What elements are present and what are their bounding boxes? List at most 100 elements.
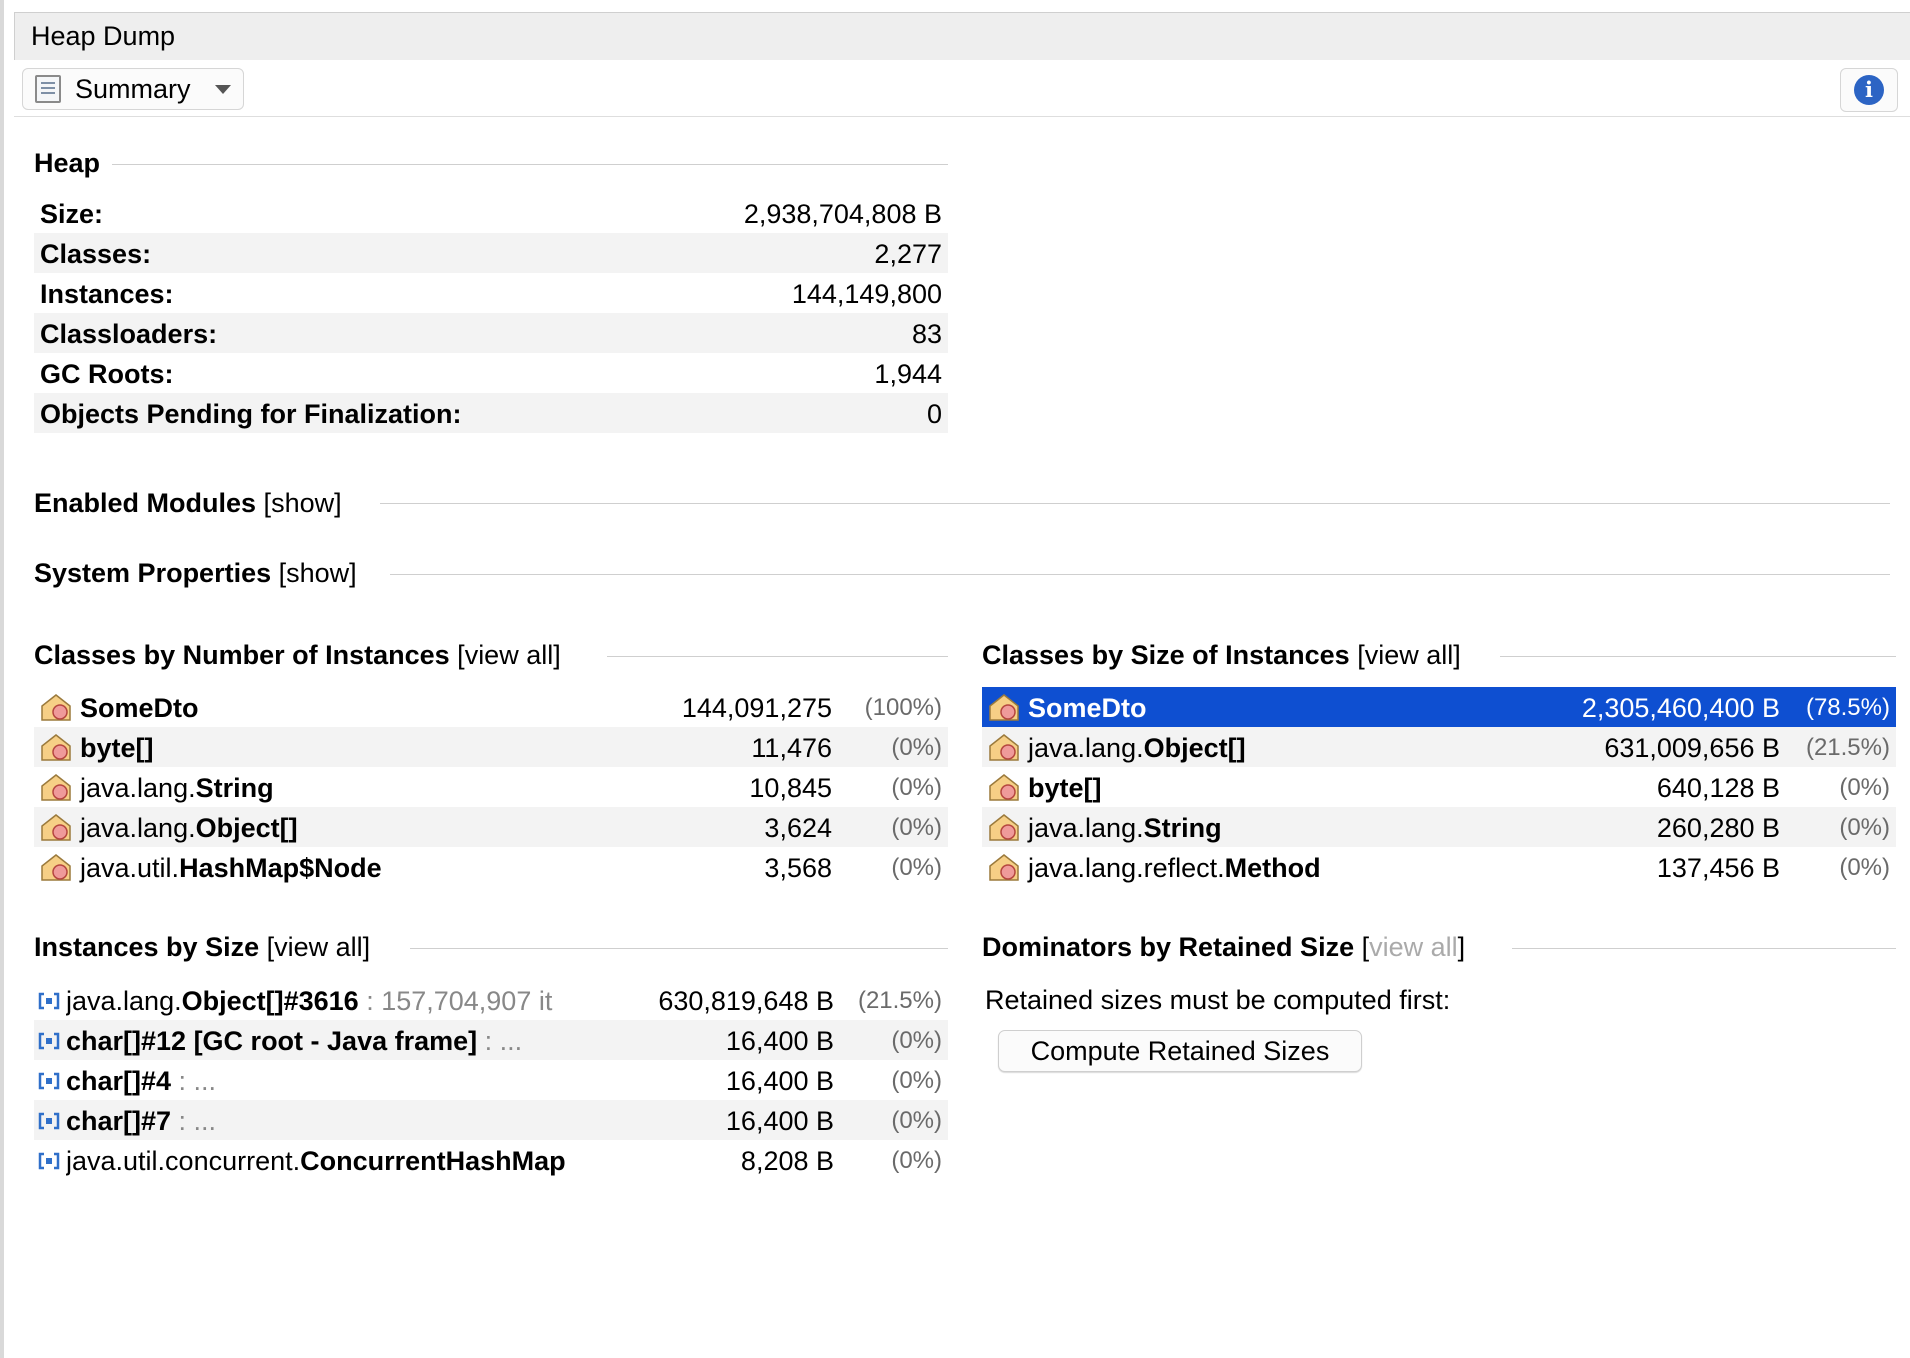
class-row[interactable]: byte[] 11,476 (0%) (34, 727, 948, 767)
heap-row-pending-finalization: Objects Pending for Finalization: 0 (34, 393, 948, 433)
enabled-modules-show-link[interactable]: show (271, 488, 334, 518)
heap-label: GC Roots: (40, 359, 174, 389)
class-name: byte[] (80, 733, 154, 763)
instance-row[interactable]: java.util.concurrent.ConcurrentHashMap 8… (34, 1140, 948, 1180)
instance-size: 16,400 B (725, 1106, 834, 1136)
instance-size: 630,819,648 B (658, 986, 834, 1016)
heap-label: Classes: (40, 239, 152, 269)
class-row[interactable]: java.lang.Object[] 631,009,656 B (21.5%) (982, 727, 1896, 767)
dominators-title: Dominators by Retained Size (982, 932, 1355, 962)
instance-name: char[]#7 : ... (66, 1106, 217, 1136)
heap-row-instances: Instances: 144,149,800 (34, 273, 948, 313)
instance-percent: (0%) (891, 814, 942, 841)
section-divider (607, 656, 948, 657)
classes-by-count-view-all-link[interactable]: view all (465, 640, 554, 670)
classes-by-count-title: Classes by Number of Instances (34, 640, 450, 670)
compute-retained-sizes-button[interactable]: Compute Retained Sizes (998, 1030, 1362, 1072)
instance-percent: (0%) (891, 1067, 942, 1094)
toolbar: Summary i (14, 60, 1910, 117)
view-selector-label: Summary (75, 73, 191, 104)
class-icon (989, 814, 1019, 841)
system-properties-title: System Properties (34, 558, 272, 588)
bracket-open: [ (266, 932, 275, 962)
class-icon (989, 694, 1019, 721)
bracket-close: ] (1457, 932, 1466, 962)
class-icon (989, 774, 1019, 801)
class-row[interactable]: java.lang.String 10,845 (0%) (34, 767, 948, 807)
class-row[interactable]: byte[] 640,128 B (0%) (982, 767, 1896, 807)
instance-count: 11,476 (751, 733, 832, 763)
instances-by-size-view-all-link[interactable]: view all (274, 932, 363, 962)
class-icon (41, 694, 71, 721)
instance-size: 631,009,656 B (1604, 733, 1780, 763)
instance-percent: (0%) (891, 734, 942, 761)
section-divider (1512, 948, 1896, 949)
section-divider (1500, 656, 1896, 657)
section-divider (410, 948, 948, 949)
size-percent: (0%) (1839, 814, 1890, 841)
bracket-close: ] (553, 640, 561, 670)
array-instance-icon (38, 1072, 60, 1090)
bracket-close: ] (362, 932, 371, 962)
instance-row[interactable]: java.lang.Object[]#3616 : 157,704,907 it… (34, 980, 948, 1020)
instance-size: 640,128 B (1656, 773, 1780, 803)
size-percent: (0%) (1839, 854, 1890, 881)
class-name: java.lang.reflect.Method (1028, 853, 1321, 883)
instance-name: java.util.concurrent.ConcurrentHashMap (66, 1146, 566, 1176)
class-row-selected[interactable]: SomeDto 2,305,460,400 B (78.5%) (982, 687, 1896, 727)
heap-value: 1,944 (874, 359, 942, 389)
bracket-open: [ (1361, 932, 1370, 962)
instance-size: 16,400 B (725, 1066, 834, 1096)
instance-percent: (0%) (891, 1107, 942, 1134)
heap-value: 0 (926, 399, 942, 429)
tab-heap-dump[interactable]: Heap Dump (31, 21, 175, 52)
heap-value: 2,938,704,808 B (743, 199, 942, 229)
class-icon (41, 774, 71, 801)
classes-by-size-section-title: Classes by Size of Instances [view all] (982, 640, 1461, 671)
heap-value: 83 (911, 319, 942, 349)
class-row[interactable]: java.lang.reflect.Method 137,456 B (0%) (982, 847, 1896, 887)
instance-percent: (0%) (891, 774, 942, 801)
size-percent: (78.5%) (1805, 694, 1890, 721)
class-name: SomeDto (80, 693, 199, 723)
class-row[interactable]: SomeDto 144,091,275 (100%) (34, 687, 948, 727)
instances-by-size-title: Instances by Size (34, 932, 260, 962)
bracket-close: ] (349, 558, 357, 588)
class-name: java.util.HashMap$Node (80, 853, 382, 883)
bracket-open: [ (457, 640, 465, 670)
dominators-view-all-link: view all (1369, 932, 1458, 962)
system-properties-section-title: System Properties [show] (34, 558, 357, 589)
class-row[interactable]: java.lang.Object[] 3,624 (0%) (34, 807, 948, 847)
instance-row[interactable]: char[]#7 : ... 16,400 B (0%) (34, 1100, 948, 1140)
heap-section-title: Heap (34, 148, 101, 178)
view-selector[interactable]: Summary (22, 68, 244, 110)
info-button[interactable]: i (1840, 68, 1898, 112)
instance-count: 3,568 (764, 853, 832, 883)
class-name: java.lang.String (1028, 813, 1222, 843)
enabled-modules-title: Enabled Modules (34, 488, 257, 518)
array-instance-icon (38, 1112, 60, 1130)
heap-label: Classloaders: (40, 319, 218, 349)
class-row[interactable]: java.lang.String 260,280 B (0%) (982, 807, 1896, 847)
array-instance-icon (38, 1032, 60, 1050)
section-divider (380, 503, 1890, 504)
classes-by-count-section-title: Classes by Number of Instances [view all… (34, 640, 561, 671)
heap-row-gc-roots: GC Roots: 1,944 (34, 353, 948, 393)
heap-row-classloaders: Classloaders: 83 (34, 313, 948, 353)
class-icon (989, 854, 1019, 881)
classes-by-size-view-all-link[interactable]: view all (1365, 640, 1454, 670)
document-list-icon (35, 75, 61, 103)
system-properties-show-link[interactable]: show (286, 558, 349, 588)
instance-percent: (0%) (891, 1027, 942, 1054)
class-icon (41, 854, 71, 881)
classes-by-size-title: Classes by Size of Instances (982, 640, 1350, 670)
section-divider (112, 164, 948, 165)
instance-count: 144,091,275 (681, 693, 832, 723)
instance-row[interactable]: char[]#12 [GC root - Java frame] : ... 1… (34, 1020, 948, 1060)
instance-row[interactable]: char[]#4 : ... 16,400 B (0%) (34, 1060, 948, 1100)
info-icon: i (1854, 75, 1884, 105)
instance-name: java.lang.Object[]#3616 : 157,704,907 it (66, 986, 553, 1016)
heap-value: 2,277 (874, 239, 942, 269)
class-row[interactable]: java.util.HashMap$Node 3,568 (0%) (34, 847, 948, 887)
class-icon (41, 734, 71, 761)
